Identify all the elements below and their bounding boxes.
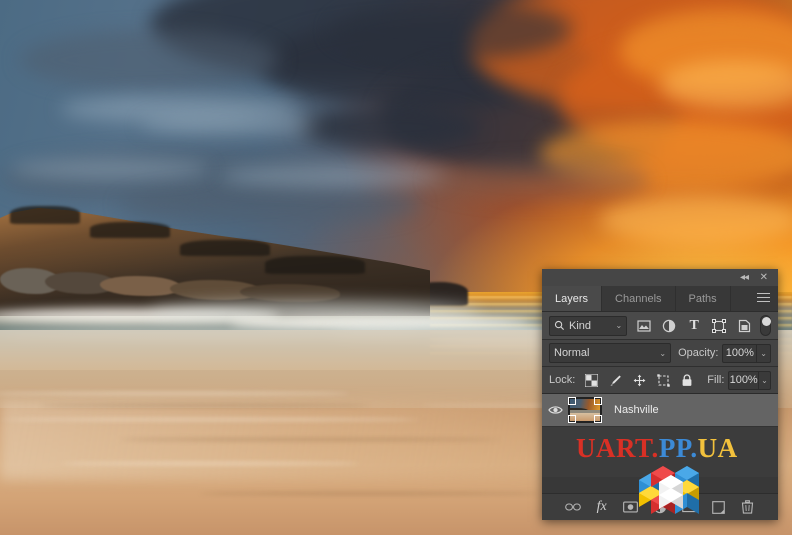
tab-layers-label: Layers xyxy=(555,292,589,305)
filter-kind-label: Kind xyxy=(569,319,592,332)
layer-name[interactable]: Nashville xyxy=(614,404,659,416)
cloud-transition xyxy=(430,160,650,200)
panel-menu-icon[interactable] xyxy=(757,293,770,304)
lock-row[interactable]: Lock: Fill: 100% ⌄ xyxy=(542,367,778,394)
screenshot-root: ◂◂ ✕ Layers Channels Paths Kind ⌄ T Norm… xyxy=(0,0,792,535)
search-icon xyxy=(554,320,565,331)
fill-stepper[interactable]: ⌄ xyxy=(758,370,771,390)
tab-channels[interactable]: Channels xyxy=(602,286,676,311)
close-icon[interactable]: ✕ xyxy=(760,272,768,283)
adjustment-icon[interactable] xyxy=(661,318,677,334)
sand-ripple-6 xyxy=(200,492,540,495)
tab-paths[interactable]: Paths xyxy=(676,286,731,311)
fill-label: Fill: xyxy=(707,374,725,386)
tab-paths-label: Paths xyxy=(688,292,717,305)
chevron-down-icon: ⌄ xyxy=(760,348,767,358)
filter-enable-toggle[interactable] xyxy=(760,315,772,336)
panel-titlebar[interactable]: ◂◂ ✕ xyxy=(542,269,778,286)
link-icon[interactable] xyxy=(564,499,581,516)
padlock-icon[interactable] xyxy=(680,373,694,387)
thumb-corner-br xyxy=(594,415,602,423)
sand-ripple-2 xyxy=(40,404,370,407)
opacity-label: Opacity: xyxy=(678,347,719,359)
cloud-light-3 xyxy=(10,160,210,178)
cliff-brush-1 xyxy=(10,206,80,224)
sand-ripple-5 xyxy=(60,462,360,465)
eye-icon[interactable] xyxy=(542,405,568,415)
brush-icon[interactable] xyxy=(608,373,622,387)
cliff-brush-4 xyxy=(265,256,365,274)
panel-tabs[interactable]: Layers Channels Paths xyxy=(542,286,778,312)
layers-list[interactable]: Nashville xyxy=(542,394,778,477)
shape-icon[interactable] xyxy=(711,318,727,334)
cliff-brush-3 xyxy=(180,240,270,256)
half-circle-icon[interactable] xyxy=(651,499,668,516)
cloud-light-2 xyxy=(140,115,320,135)
fx-icon[interactable]: fx xyxy=(593,499,610,516)
table-row[interactable]: Nashville xyxy=(542,394,778,427)
cloud-dark-5 xyxy=(330,0,570,60)
cloud-mid-1 xyxy=(20,30,280,90)
layer-mask-icon[interactable] xyxy=(622,499,639,516)
opacity-stepper[interactable]: ⌄ xyxy=(757,343,771,363)
opacity-input[interactable]: 100% xyxy=(722,343,758,363)
new-layer-icon[interactable] xyxy=(710,499,727,516)
cloud-mid-3 xyxy=(120,185,420,225)
layers-panel[interactable]: ◂◂ ✕ Layers Channels Paths Kind ⌄ T Norm… xyxy=(542,269,778,520)
cliff-brush-2 xyxy=(90,222,170,238)
layers-panel-bottom-bar[interactable]: fx xyxy=(542,493,778,520)
blend-mode-row[interactable]: Normal ⌄ Opacity: 100% ⌄ xyxy=(542,340,778,367)
sand-ripple-4 xyxy=(120,438,500,441)
cloud-ember-2 xyxy=(600,195,792,245)
thumb-corner-bl xyxy=(568,415,576,423)
checkerboard-icon[interactable] xyxy=(584,373,598,387)
move-arrows-icon[interactable] xyxy=(632,373,646,387)
type-icon[interactable]: T xyxy=(686,318,702,334)
trash-icon[interactable] xyxy=(739,499,756,516)
folder-icon[interactable] xyxy=(681,499,698,516)
layer-thumbnail-sunset-beach[interactable] xyxy=(568,397,602,423)
blend-mode-select[interactable]: Normal ⌄ xyxy=(549,343,672,363)
blend-mode-value: Normal xyxy=(554,347,590,359)
double-chevron-left-icon[interactable]: ◂◂ xyxy=(740,272,749,283)
image-icon[interactable] xyxy=(636,318,652,334)
smart-object-icon[interactable] xyxy=(736,318,752,334)
cloud-light-4 xyxy=(220,165,450,187)
cloud-dark-4 xyxy=(300,105,480,150)
lock-label: Lock: xyxy=(549,374,576,386)
filter-kind-select[interactable]: Kind ⌄ xyxy=(549,315,628,336)
artboard-icon[interactable] xyxy=(656,373,670,387)
tab-channels-label: Channels xyxy=(615,292,662,305)
chevron-down-icon[interactable]: ⌄ xyxy=(659,349,666,358)
fill-input[interactable]: 100% xyxy=(728,370,759,390)
tab-layers[interactable]: Layers xyxy=(542,286,603,311)
sand-ripple-3 xyxy=(0,418,420,421)
layer-filter-row[interactable]: Kind ⌄ T xyxy=(542,312,778,340)
chevron-down-icon: ⌄ xyxy=(761,375,768,385)
thumb-corner-tl xyxy=(568,397,576,405)
chevron-down-icon[interactable]: ⌄ xyxy=(615,321,622,330)
thumb-corner-tr xyxy=(594,397,602,405)
sand-ripple-1 xyxy=(0,392,350,395)
